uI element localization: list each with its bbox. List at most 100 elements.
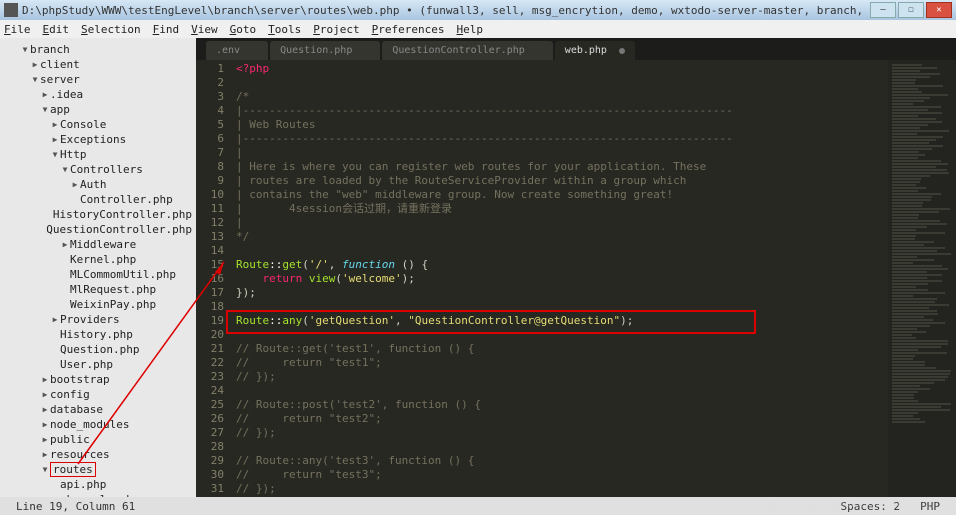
code-line[interactable] — [232, 76, 956, 90]
folder-arrow-icon[interactable] — [50, 135, 60, 144]
tree-item[interactable]: QuestionController.php — [0, 222, 196, 237]
folder-arrow-icon[interactable] — [70, 180, 80, 189]
code-line[interactable] — [232, 300, 956, 314]
tree-item[interactable]: WeixinPay.php — [0, 297, 196, 312]
code-line[interactable]: }); — [232, 286, 956, 300]
folder-arrow-icon[interactable] — [60, 165, 70, 174]
code-line[interactable]: // Route::post('test2', function () { — [232, 398, 956, 412]
tree-item[interactable]: Console — [0, 117, 196, 132]
folder-arrow-icon[interactable] — [40, 465, 50, 474]
code[interactable]: <?php/*|--------------------------------… — [232, 60, 956, 497]
code-line[interactable]: // Route::get('test1', function () { — [232, 342, 956, 356]
tree-item[interactable]: Kernel.php — [0, 252, 196, 267]
menu-tools[interactable]: Tools — [268, 23, 301, 36]
code-line[interactable]: | Here is where you can register web rou… — [232, 160, 956, 174]
tree-item[interactable]: History.php — [0, 327, 196, 342]
status-position[interactable]: Line 19, Column 61 — [6, 500, 145, 513]
tree-item[interactable]: Auth — [0, 177, 196, 192]
code-line[interactable]: | routes are loaded by the RouteServiceP… — [232, 174, 956, 188]
tree-item[interactable]: public — [0, 432, 196, 447]
code-line[interactable]: <?php — [232, 62, 956, 76]
folder-arrow-icon[interactable] — [40, 420, 50, 429]
tree-item[interactable]: app — [0, 102, 196, 117]
tree-item[interactable]: routes — [0, 462, 196, 477]
tree-item[interactable]: bootstrap — [0, 372, 196, 387]
tab--env[interactable]: .env — [206, 41, 268, 60]
tree-item[interactable]: client — [0, 57, 196, 72]
menu-find[interactable]: Find — [153, 23, 180, 36]
code-line[interactable]: | contains the "web" middleware group. N… — [232, 188, 956, 202]
tree-item[interactable]: MlRequest.php — [0, 282, 196, 297]
tree-item[interactable]: config — [0, 387, 196, 402]
maximize-button[interactable]: ☐ — [898, 2, 924, 18]
menu-file[interactable]: File — [4, 23, 31, 36]
code-line[interactable]: // }); — [232, 426, 956, 440]
tree-item[interactable]: database — [0, 402, 196, 417]
tree-item[interactable]: Controllers — [0, 162, 196, 177]
code-line[interactable] — [232, 328, 956, 342]
code-line[interactable] — [232, 244, 956, 258]
menu-selection[interactable]: Selection — [81, 23, 141, 36]
tree-item[interactable]: Middleware — [0, 237, 196, 252]
tree-item[interactable]: api.php — [0, 477, 196, 492]
folder-arrow-icon[interactable] — [30, 60, 40, 69]
tab-question-php[interactable]: Question.php — [270, 41, 380, 60]
folder-arrow-icon[interactable] — [30, 75, 40, 84]
code-line[interactable]: | Web Routes — [232, 118, 956, 132]
code-line[interactable] — [232, 496, 956, 497]
folder-arrow-icon[interactable] — [50, 150, 60, 159]
code-line[interactable]: |---------------------------------------… — [232, 104, 956, 118]
folder-arrow-icon[interactable] — [60, 240, 70, 249]
status-lang[interactable]: PHP — [910, 500, 950, 513]
tree-item[interactable]: User.php — [0, 357, 196, 372]
folder-arrow-icon[interactable] — [20, 45, 30, 54]
minimize-button[interactable]: — — [870, 2, 896, 18]
code-line[interactable]: | — [232, 146, 956, 160]
tree-item[interactable]: server — [0, 72, 196, 87]
menu-view[interactable]: View — [191, 23, 218, 36]
menu-edit[interactable]: Edit — [43, 23, 70, 36]
code-line[interactable]: */ — [232, 230, 956, 244]
status-spaces[interactable]: Spaces: 2 — [831, 500, 911, 513]
code-line[interactable]: // return "test2"; — [232, 412, 956, 426]
close-button[interactable]: ✕ — [926, 2, 952, 18]
tree-item[interactable]: HistoryController.php — [0, 207, 196, 222]
code-line[interactable]: |---------------------------------------… — [232, 132, 956, 146]
menu-preferences[interactable]: Preferences — [372, 23, 445, 36]
code-area[interactable]: 1234567891011121314151617181920212223242… — [196, 60, 956, 497]
tree-item[interactable]: MLCommomUtil.php — [0, 267, 196, 282]
tree-item[interactable]: Exceptions — [0, 132, 196, 147]
code-line[interactable]: Route::any('getQuestion', "QuestionContr… — [232, 314, 956, 328]
code-line[interactable]: | 4session会话过期，请重新登录 — [232, 202, 956, 216]
code-line[interactable]: Route::get('/', function () { — [232, 258, 956, 272]
code-line[interactable]: // return "test3"; — [232, 468, 956, 482]
code-line[interactable]: // }); — [232, 482, 956, 496]
folder-arrow-icon[interactable] — [40, 450, 50, 459]
folder-arrow-icon[interactable] — [40, 435, 50, 444]
tree-item[interactable]: Http — [0, 147, 196, 162]
menu-goto[interactable]: Goto — [230, 23, 257, 36]
tree-item[interactable]: Question.php — [0, 342, 196, 357]
folder-arrow-icon[interactable] — [50, 120, 60, 129]
tree-item[interactable]: Providers — [0, 312, 196, 327]
folder-arrow-icon[interactable] — [50, 315, 60, 324]
tree-item[interactable]: resources — [0, 447, 196, 462]
code-line[interactable]: return view('welcome'); — [232, 272, 956, 286]
menu-project[interactable]: Project — [313, 23, 359, 36]
code-line[interactable] — [232, 440, 956, 454]
folder-arrow-icon[interactable] — [40, 390, 50, 399]
code-line[interactable]: /* — [232, 90, 956, 104]
folder-arrow-icon[interactable] — [40, 90, 50, 99]
tree-item[interactable]: node_modules — [0, 417, 196, 432]
code-line[interactable]: | — [232, 216, 956, 230]
tab-questioncontroller-php[interactable]: QuestionController.php — [382, 41, 552, 60]
menu-help[interactable]: Help — [456, 23, 483, 36]
folder-arrow-icon[interactable] — [40, 405, 50, 414]
minimap[interactable] — [888, 60, 956, 497]
sidebar[interactable]: branchclientserver.ideaappConsoleExcepti… — [0, 38, 196, 497]
tree-item[interactable]: branch — [0, 42, 196, 57]
code-line[interactable]: // return "test1"; — [232, 356, 956, 370]
tree-item[interactable]: Controller.php — [0, 192, 196, 207]
tab-web-php[interactable]: web.php — [555, 41, 635, 60]
code-line[interactable] — [232, 384, 956, 398]
